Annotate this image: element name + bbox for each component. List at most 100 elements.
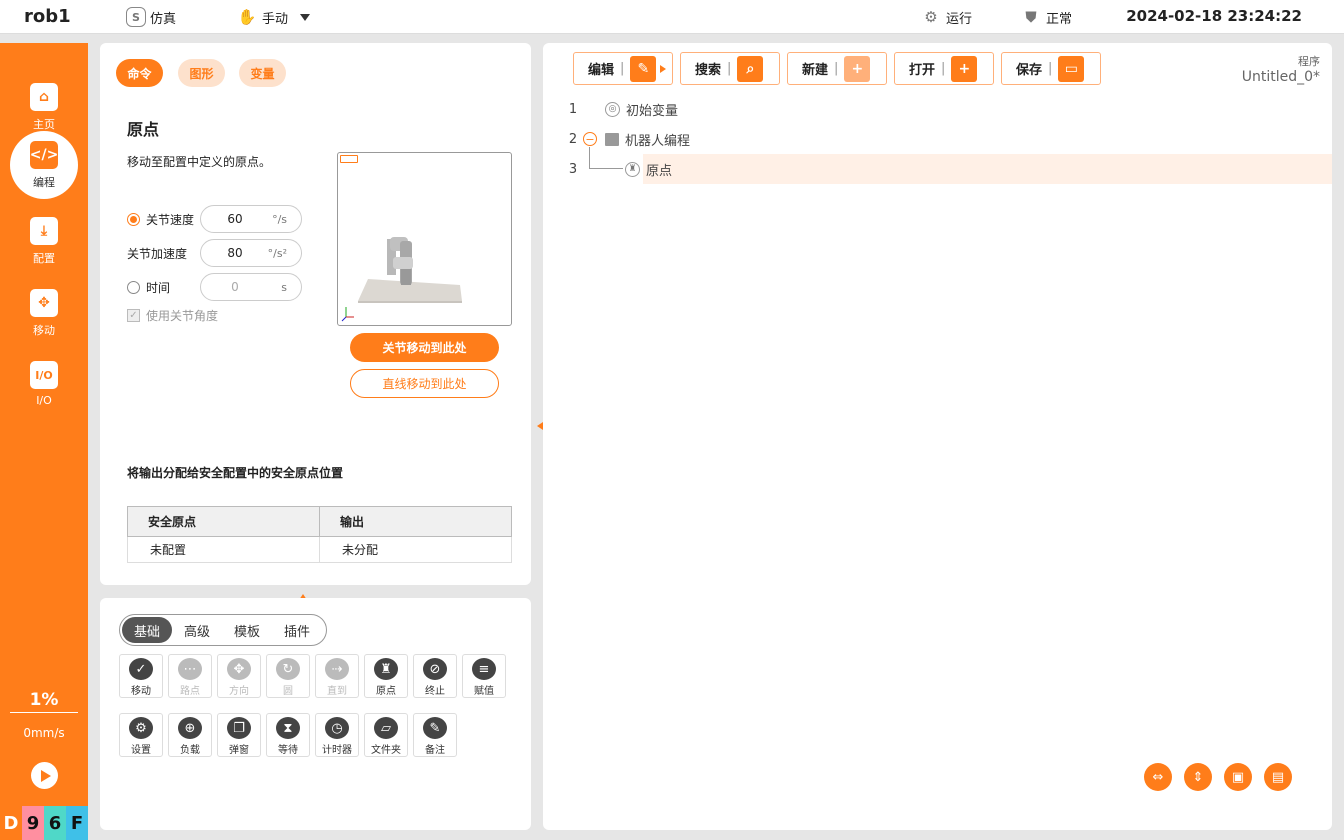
- sidebar-item-io[interactable]: I/O I/O: [10, 350, 78, 418]
- open-button[interactable]: 打开 | +: [894, 52, 994, 85]
- mode-selector[interactable]: ✋ 手动: [236, 6, 311, 28]
- fit-view-icon[interactable]: ▣: [1224, 763, 1252, 791]
- move-icon: ✥: [30, 288, 58, 317]
- use-joint-angle-checkbox[interactable]: ✓ 使用关节角度: [127, 307, 218, 324]
- speed-percent[interactable]: 1%: [0, 690, 88, 710]
- program-name: Untitled_0*: [1241, 69, 1320, 85]
- save-icon: ▭: [1058, 55, 1085, 82]
- time-value: 0: [231, 280, 239, 294]
- run-label: 运行: [946, 11, 973, 27]
- tool-circle[interactable]: ↻ 圆: [266, 654, 310, 698]
- tool-label: 直到: [327, 686, 347, 697]
- program-icon: [605, 132, 619, 146]
- tool-label: 等待: [278, 745, 298, 756]
- robot-preview[interactable]: [337, 152, 512, 326]
- tab-plugin[interactable]: 插件: [272, 617, 322, 643]
- move-joint-button[interactable]: 关节移动到此处: [350, 333, 499, 362]
- tool-until[interactable]: ⇢ 直到: [315, 654, 359, 698]
- robot-icon: ⚙: [924, 8, 938, 26]
- collapse-minus-icon[interactable]: −: [583, 132, 597, 146]
- save-button[interactable]: 保存 | ▭: [1001, 52, 1101, 85]
- speed-divider: [10, 712, 78, 713]
- tool-folder[interactable]: ▱ 文件夹: [364, 713, 408, 757]
- time-input[interactable]: 0 s: [200, 273, 302, 301]
- tool-payload[interactable]: ⊕ 负载: [168, 713, 212, 757]
- new-button[interactable]: 新建 | +: [787, 52, 887, 85]
- status-label: 正常: [1046, 11, 1073, 27]
- tab-template[interactable]: 模板: [222, 617, 272, 643]
- tab-command[interactable]: 命令: [116, 59, 163, 87]
- safety-status: ⛊ 正常: [1020, 6, 1072, 28]
- collapse-tree-icon[interactable]: ⇕: [1184, 763, 1212, 791]
- sidebar-item-move[interactable]: ✥ 移动: [10, 279, 78, 347]
- tool-home[interactable]: ♜ 原点: [364, 654, 408, 698]
- simulation-label: 仿真: [150, 11, 177, 27]
- program-line-selected[interactable]: 3 ♜ 原点: [543, 154, 1332, 184]
- popup-icon: ❐: [227, 717, 251, 739]
- program-line[interactable]: 2 − 机器人编程: [543, 124, 1332, 154]
- code-icon: </>: [30, 140, 58, 169]
- tab-advanced[interactable]: 高级: [172, 617, 222, 643]
- sidebar: ⌂ 主页 </> 编程 ⤓ 配置 ✥ 移动 I/O I/O 1% 0mm/s: [0, 43, 88, 840]
- program-panel: 编辑 | ✎ 搜索 | ⌕ 新建 | + 打开 | + 保存 | ▭ 程序 Untitle…: [543, 43, 1332, 830]
- tab-variables[interactable]: 变量: [239, 59, 286, 87]
- tab-basic[interactable]: 基础: [122, 617, 172, 643]
- tool-stop[interactable]: ⊘ 终止: [413, 654, 457, 698]
- tool-timer[interactable]: ◷ 计时器: [315, 713, 359, 757]
- folder-icon: +: [951, 55, 978, 82]
- hex-digit: F: [66, 806, 88, 840]
- program-line[interactable]: 1 ◎ 初始变量: [543, 94, 1332, 124]
- tab-graphics[interactable]: 图形: [178, 59, 225, 87]
- tool-assign[interactable]: ≡ 赋值: [462, 654, 506, 698]
- joint-acc-unit: °/s²: [267, 246, 287, 260]
- joint-acc-input[interactable]: 80 °/s²: [200, 239, 302, 267]
- open-label: 打开: [909, 63, 936, 78]
- simulation-toggle[interactable]: S 仿真: [126, 6, 176, 28]
- home-icon: ⌂: [30, 82, 58, 111]
- joint-speed-label: 关节速度: [146, 212, 195, 227]
- new-label: 新建: [802, 63, 829, 78]
- top-bar: rob1 S 仿真 ✋ 手动 ⚙ 运行 ⛊ 正常 2024-02-18 23:2…: [0, 0, 1344, 34]
- tool-label: 路点: [180, 686, 200, 697]
- search-label: 搜索: [695, 63, 722, 78]
- sidebar-item-program[interactable]: </> 编程: [10, 131, 78, 199]
- joint-speed-radio[interactable]: [127, 212, 140, 226]
- play-button[interactable]: [31, 762, 58, 789]
- table-cell: 未分配: [319, 536, 512, 563]
- table-row[interactable]: 未配置 未分配: [127, 536, 512, 563]
- assign-icon: ≡: [472, 658, 496, 680]
- table-header: 安全原点: [127, 506, 320, 537]
- mode-label: 手动: [262, 11, 289, 27]
- variable-icon: ◎: [605, 101, 620, 117]
- tool-wait[interactable]: ⧗ 等待: [266, 713, 310, 757]
- tool-comment[interactable]: ✎ 备注: [413, 713, 457, 757]
- expand-tree-icon[interactable]: ⇔: [1144, 763, 1172, 791]
- io-icon: I/O: [30, 361, 58, 389]
- save-label: 保存: [1016, 63, 1043, 78]
- tool-label: 赋值: [474, 686, 494, 697]
- command-panel: 命令 图形 变量 原点 移动至配置中定义的原点。 关节速度 60 °/s 关节加…: [100, 43, 531, 585]
- console-icon[interactable]: ▤: [1264, 763, 1292, 791]
- tool-waypoint[interactable]: ⋯ 路点: [168, 654, 212, 698]
- joint-speed-input[interactable]: 60 °/s: [200, 205, 302, 233]
- edit-button[interactable]: 编辑 | ✎: [573, 52, 673, 85]
- tool-set[interactable]: ⚙ 设置: [119, 713, 163, 757]
- sidebar-item-label: 移动: [33, 323, 55, 337]
- search-icon: ⌕: [737, 55, 764, 82]
- tool-move[interactable]: ✓ 移动: [119, 654, 163, 698]
- time-radio[interactable]: [127, 280, 140, 294]
- move-linear-button[interactable]: 直线移动到此处: [350, 369, 499, 398]
- search-button[interactable]: 搜索 | ⌕: [680, 52, 780, 85]
- tool-direction[interactable]: ✥ 方向: [217, 654, 261, 698]
- command-description: 移动至配置中定义的原点。: [127, 155, 272, 169]
- output-description: 将输出分配给安全配置中的安全原点位置: [127, 466, 344, 480]
- tool-label: 原点: [376, 686, 396, 697]
- tool-popup[interactable]: ❐ 弹窗: [217, 713, 261, 757]
- tool-tabs: 基础 高级 模板 插件: [119, 614, 327, 646]
- time-row: 时间: [127, 273, 170, 301]
- move-icon: ✓: [129, 658, 153, 680]
- sidebar-item-config[interactable]: ⤓ 配置: [10, 207, 78, 275]
- selection-highlight: [643, 154, 1332, 184]
- sidebar-item-label: 主页: [33, 117, 55, 131]
- line-text: 初始变量: [626, 103, 679, 119]
